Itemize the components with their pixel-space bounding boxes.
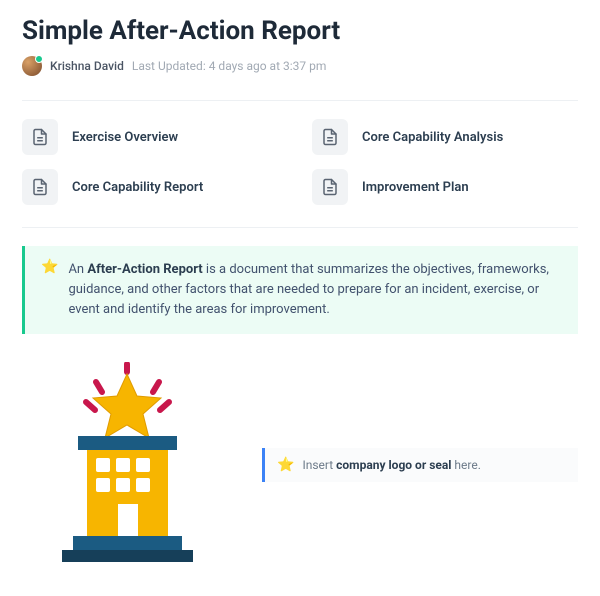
document-icon	[22, 119, 58, 155]
toc-grid: Exercise Overview Core Capability Analys…	[22, 119, 578, 205]
logo-hint-callout: ⭐ Insert company logo or seal here.	[262, 448, 578, 482]
document-meta: Krishna David Last Updated: 4 days ago a…	[22, 56, 578, 76]
document-icon	[22, 169, 58, 205]
building-illustration	[22, 362, 232, 567]
author-avatar[interactable]	[22, 56, 42, 76]
logo-hint-text: Insert company logo or seal here.	[302, 458, 480, 472]
document-icon	[312, 119, 348, 155]
toc-label: Improvement Plan	[362, 180, 469, 195]
star-icon: ⭐	[277, 458, 294, 472]
page-title: Simple After-Action Report	[22, 16, 578, 46]
toc-label: Exercise Overview	[72, 130, 178, 145]
toc-item-core-capability-report[interactable]: Core Capability Report	[22, 169, 288, 205]
document-icon	[312, 169, 348, 205]
callout-definition: ⭐ An After-Action Report is a document t…	[22, 246, 578, 334]
callout-text: An After-Action Report is a document tha…	[68, 260, 562, 320]
last-updated: Last Updated: 4 days ago at 3:37 pm	[132, 59, 327, 73]
divider	[22, 100, 578, 101]
toc-item-exercise-overview[interactable]: Exercise Overview	[22, 119, 288, 155]
divider	[22, 227, 578, 228]
toc-item-core-capability-analysis[interactable]: Core Capability Analysis	[312, 119, 578, 155]
toc-label: Core Capability Report	[72, 180, 203, 195]
content-row: ⭐ Insert company logo or seal here.	[22, 362, 578, 567]
toc-item-improvement-plan[interactable]: Improvement Plan	[312, 169, 578, 205]
author-name: Krishna David	[50, 59, 124, 73]
toc-label: Core Capability Analysis	[362, 130, 503, 145]
star-icon: ⭐	[41, 260, 58, 320]
